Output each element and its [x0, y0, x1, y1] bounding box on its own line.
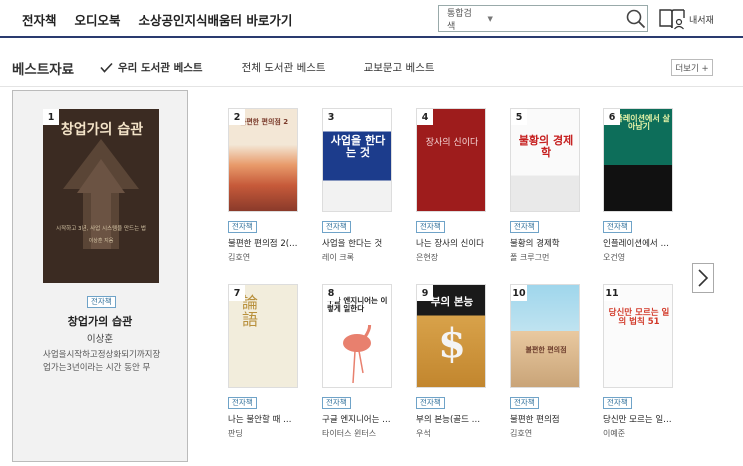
featured-book-cover[interactable]: 1 창업가의 습관 시작하고 3년, 사업 시스템을 만드는 법 이상훈 지음	[43, 109, 159, 283]
bestseller-tabs: 우리 도서관 베스트 전체 도서관 베스트 교보문고 베스트	[100, 60, 435, 75]
ebook-badge: 전자책	[228, 397, 257, 409]
book-cover[interactable]: 7 論語	[228, 284, 298, 388]
book-cover-title: 사업을 한다는 것	[330, 134, 386, 159]
search-button[interactable]	[625, 6, 647, 31]
book-cover-title: 불편한 편의점	[525, 346, 567, 354]
rank-badge: 5	[511, 109, 527, 125]
book-cover[interactable]: 9 부의 본능 $	[416, 284, 486, 388]
book-cover[interactable]: 11 당신만 모르는 일의 법칙 51	[603, 284, 673, 388]
book-cover[interactable]: 8 구글 엔지니어는 이렇게 일한다	[322, 284, 392, 388]
featured-cover-author: 이상훈 지음	[88, 238, 114, 244]
featured-book-author: 이상훈	[86, 334, 114, 345]
book-cover-title: 장사의 신이다	[425, 138, 479, 148]
dollar-icon: $	[438, 320, 466, 367]
book-cover[interactable]: 4 장사의 신이다	[416, 108, 486, 212]
rank-badge: 7	[229, 285, 245, 301]
book-author: 우석	[416, 429, 431, 438]
ebook-badge: 전자책	[603, 397, 632, 409]
book-author: 폴 크루그먼	[510, 253, 550, 262]
nav-link-learning-center[interactable]: 소상공인지식배움터 바로가기	[139, 10, 293, 29]
search-bar: 통합검색 ▼	[438, 5, 648, 32]
featured-cover-title: 창업가의 습관	[60, 122, 144, 138]
book-title[interactable]: 불편한 편의점	[510, 413, 592, 425]
carousel-next-button[interactable]	[692, 263, 714, 293]
ebook-badge: 전자책	[228, 221, 257, 233]
my-library-label: 내서재	[689, 15, 714, 26]
tab-label: 우리 도서관 베스트	[118, 62, 203, 74]
book-cover[interactable]: 10 불편한 편의점	[510, 284, 580, 388]
ebook-badge: 전자책	[510, 397, 539, 409]
rank-badge: 11	[604, 285, 620, 301]
checkmark-icon	[100, 62, 113, 73]
book-author: 레이 크록	[322, 253, 354, 262]
search-input[interactable]	[492, 6, 625, 31]
book-title[interactable]: 인플레이션에서 …	[603, 237, 685, 249]
nav-links: 전자책 오디오북 소상공인지식배움터 바로가기	[22, 10, 292, 29]
tab-kyobo-best[interactable]: 교보문고 베스트	[364, 60, 435, 75]
book-title[interactable]: 불황의 경제학	[510, 237, 592, 249]
nav-link-ebook[interactable]: 전자책	[22, 10, 57, 29]
ebook-badge: 전자책	[87, 296, 116, 308]
book-title[interactable]: 사업을 한다는 것	[322, 237, 404, 249]
chevron-right-icon	[698, 269, 709, 287]
featured-book-title[interactable]: 창업가의 습관	[13, 313, 187, 329]
book-author: 타이터스 윈터스	[322, 429, 377, 438]
top-navigation: 전자책 오디오북 소상공인지식배움터 바로가기 통합검색 ▼ 내서재	[0, 0, 743, 38]
rank-badge: 9	[417, 285, 433, 301]
book-cover[interactable]: 3 사업을 한다는 것	[322, 108, 392, 212]
book-cover[interactable]: 6 인플레이션에서 살아남기	[603, 108, 673, 212]
book-author: 판딩	[228, 429, 243, 438]
rank-badge: 2	[229, 109, 245, 125]
book-title[interactable]: 불편한 편의점 2(…	[228, 237, 310, 249]
search-scope-select[interactable]: 통합검색 ▼	[439, 6, 493, 32]
featured-book-card: 1 창업가의 습관 시작하고 3년, 사업 시스템을 만드는 법 이상훈 지음 …	[12, 90, 188, 462]
ebook-badge: 전자책	[510, 221, 539, 233]
rank-badge: 10	[511, 285, 527, 301]
featured-book-description: 사업을시작하고정상화되기까지장 업가는3년이라는 시간 동안 무엇…	[43, 350, 161, 373]
tab-all-library-best[interactable]: 전체 도서관 베스트	[242, 60, 326, 75]
book-cover-title: 불황의 경제학	[518, 134, 574, 159]
book-title[interactable]: 나는 장사의 신이다	[416, 237, 498, 249]
book-title[interactable]: 부의 본능(골드 …	[416, 413, 498, 425]
book-title[interactable]: 나는 불안할 때 …	[228, 413, 310, 425]
ebook-badge: 전자책	[322, 221, 351, 233]
book-cover[interactable]: 2 불편한 편의점 2	[228, 108, 298, 212]
rank-badge: 3	[323, 109, 339, 125]
rank-badge: 1	[43, 109, 59, 125]
more-button[interactable]: 더보기 +	[671, 59, 713, 76]
book-cover-title: 당신만 모르는 일의 법칙 51	[608, 308, 670, 327]
book-author: 오건영	[603, 253, 626, 262]
book-title[interactable]: 당신만 모르는 일…	[603, 413, 685, 425]
rank-badge: 6	[604, 109, 620, 125]
divider	[0, 86, 743, 87]
featured-cover-subtitle: 시작하고 3년, 사업 시스템을 만드는 법	[56, 226, 146, 232]
rank-badge: 4	[417, 109, 433, 125]
section-title: 베스트자료	[12, 62, 75, 78]
tab-our-library-best[interactable]: 우리 도서관 베스트	[100, 60, 203, 75]
ebook-badge: 전자책	[322, 397, 351, 409]
flamingo-illustration	[343, 325, 372, 384]
rank-badge: 8	[323, 285, 339, 301]
search-scope-label: 통합검색	[447, 8, 472, 32]
book-author: 은현장	[416, 253, 439, 262]
book-author: 이예준	[603, 429, 626, 438]
ebook-badge: 전자책	[603, 221, 632, 233]
ebook-badge: 전자책	[416, 221, 445, 233]
my-library-button[interactable]: 내서재	[658, 7, 714, 31]
nav-link-audiobook[interactable]: 오디오북	[75, 10, 121, 29]
book-cover[interactable]: 5 불황의 경제학	[510, 108, 580, 212]
book-user-icon	[659, 9, 685, 30]
book-author: 김호연	[510, 429, 533, 438]
book-author: 김호연	[228, 253, 251, 262]
book-title[interactable]: 구글 엔지니어는 …	[322, 413, 404, 425]
ebook-badge: 전자책	[416, 397, 445, 409]
search-icon	[626, 9, 646, 28]
